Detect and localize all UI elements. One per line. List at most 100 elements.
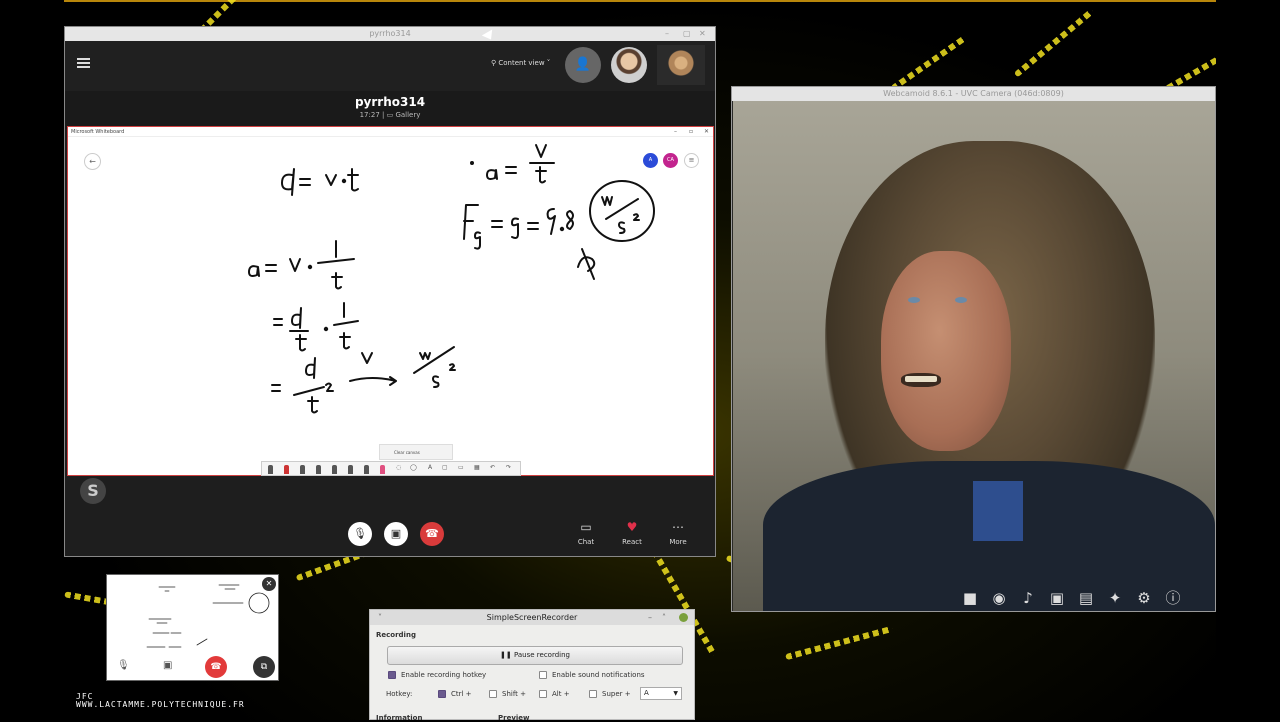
simplescreenrecorder-window[interactable]: ˅ SimpleScreenRecorder – ˄ Recording ❚❚ …: [369, 609, 695, 722]
minimize-icon[interactable]: –: [665, 27, 669, 41]
skype-window[interactable]: pyrrho314 – ▢ ✕ ⚲ Content view ˅ 👤 pyrrh…: [64, 26, 716, 557]
close-icon[interactable]: ✕: [699, 27, 706, 41]
pen-icon[interactable]: [348, 465, 353, 474]
image-icon[interactable]: ▭: [458, 464, 464, 471]
redo-icon[interactable]: ↷: [506, 464, 511, 471]
skype-titlebar[interactable]: pyrrho314 – ▢ ✕: [65, 27, 715, 41]
ssr-menu-chevron-icon[interactable]: ˅: [378, 610, 382, 625]
webcam-icon[interactable]: ◉: [988, 587, 1010, 609]
person-shirt: [973, 481, 1023, 541]
pen-icon[interactable]: [268, 465, 273, 474]
enable-sound-checkbox[interactable]: [539, 671, 547, 679]
mini-hangup-button[interactable]: ☎: [205, 656, 227, 678]
mini-call-preview[interactable]: ✕ 🎙 ▣ ☎ ⧉: [106, 574, 279, 681]
pen-icon[interactable]: [332, 465, 337, 474]
camera-snapshot-icon[interactable]: ▣: [1046, 587, 1068, 609]
hotkey-key-select[interactable]: A ▼: [640, 687, 682, 700]
ssr-close-icon[interactable]: [679, 613, 688, 622]
whiteboard-toolbar[interactable]: ◌ ◯ A ▢ ▭ ▦ ↶ ↷: [261, 461, 521, 476]
pause-recording-button[interactable]: ❚❚ Pause recording: [387, 646, 683, 665]
mini-close-icon[interactable]: ✕: [262, 577, 276, 591]
participant-avatar[interactable]: [611, 47, 647, 83]
call-subtitle: 17:27 | ▭ Gallery: [359, 111, 421, 119]
microphone-button[interactable]: 🎙: [348, 522, 372, 546]
ssr-minimize-icon[interactable]: –: [648, 610, 652, 625]
hamburger-menu-icon[interactable]: [77, 58, 90, 68]
person-teeth: [905, 376, 937, 382]
undo-icon[interactable]: ↶: [490, 464, 495, 471]
hotkey-key-value: A: [644, 689, 649, 697]
hangup-button[interactable]: ☎: [420, 522, 444, 546]
pen-icon[interactable]: [300, 465, 305, 474]
enable-hotkey-checkbox[interactable]: [388, 671, 396, 679]
gallery-icon: ▭: [386, 111, 394, 119]
chat-button[interactable]: ▭ Chat: [566, 520, 606, 546]
mini-whiteboard-thumbnail: [146, 584, 270, 648]
more-button[interactable]: ⋯ More: [658, 520, 698, 546]
call-info: pyrrho314 17:27 | ▭ Gallery: [65, 91, 715, 129]
ssr-title: SimpleScreenRecorder: [486, 613, 578, 622]
webcam-video-feed: ■ ◉ ♪ ▣ ▤ ✦ ⚙ ⓘ: [733, 101, 1215, 611]
magic-wand-icon[interactable]: ✦: [1104, 587, 1126, 609]
grid-icon[interactable]: ▦: [474, 464, 480, 471]
call-controls: 🎙 ▣ ☎ ▭ Chat ♥ React ⋯ More: [65, 514, 715, 556]
text-icon[interactable]: A: [428, 464, 432, 471]
music-note-icon[interactable]: ♪: [1017, 587, 1039, 609]
film-icon[interactable]: ▤: [1075, 587, 1097, 609]
pause-recording-label: Pause recording: [513, 651, 570, 659]
react-label: React: [622, 538, 642, 546]
stop-icon[interactable]: ■: [959, 587, 981, 609]
information-section-title: Information: [376, 714, 423, 722]
mini-microphone-icon[interactable]: 🎙: [117, 660, 130, 671]
person-eye: [908, 297, 920, 303]
shape-icon[interactable]: ◯: [410, 464, 417, 471]
ssr-titlebar[interactable]: ˅ SimpleScreenRecorder – ˄: [370, 610, 694, 625]
preview-section-title: Preview: [498, 714, 530, 722]
handwritten-equations: [248, 144, 655, 414]
react-button[interactable]: ♥ React: [612, 520, 652, 546]
ssr-maximize-icon[interactable]: ˄: [662, 610, 666, 625]
credit-line2: WWW.LACTAMME.POLYTECHNIQUE.FR: [76, 700, 245, 709]
hotkey-label: Hotkey:: [386, 690, 413, 698]
pen-icon[interactable]: [316, 465, 321, 474]
clear-canvas-label[interactable]: Clear canvas: [394, 450, 420, 455]
self-video-thumbnail[interactable]: [657, 45, 705, 85]
credit-watermark: JFC WWW.LACTAMME.POLYTECHNIQUE.FR: [76, 693, 245, 709]
webcamoid-titlebar[interactable]: Webcamoid 8.6.1 - UVC Camera (046d:0809): [732, 87, 1215, 101]
enable-hotkey-label: Enable recording hotkey: [401, 671, 487, 679]
whiteboard-share[interactable]: Microsoft Whiteboard – ▫ ✕ ← A CA ≡ Clea…: [67, 126, 714, 476]
maximize-icon[interactable]: ▢: [683, 27, 691, 41]
heart-icon: ♥: [626, 520, 638, 534]
microphone-icon: 🎙: [353, 527, 367, 540]
call-name: pyrrho314: [354, 95, 426, 109]
content-view-label: Content view: [498, 59, 545, 67]
webcamoid-window[interactable]: Webcamoid 8.6.1 - UVC Camera (046d:0809)…: [731, 86, 1216, 612]
lasso-icon[interactable]: ◌: [396, 464, 401, 471]
ctrl-checkbox[interactable]: [438, 690, 446, 698]
alt-checkbox[interactable]: [539, 690, 547, 698]
note-icon[interactable]: ▢: [442, 464, 448, 471]
super-checkbox[interactable]: [589, 690, 597, 698]
video-button[interactable]: ▣: [384, 522, 408, 546]
camera-icon: ▣: [390, 527, 402, 540]
add-participant-button[interactable]: 👤: [565, 47, 601, 83]
pen-icon[interactable]: [364, 465, 369, 474]
clear-canvas-menu[interactable]: Clear canvas: [379, 444, 453, 460]
info-icon[interactable]: ⓘ: [1162, 587, 1184, 609]
highlighter-icon[interactable]: [380, 465, 385, 474]
gear-icon[interactable]: ⚙: [1133, 587, 1155, 609]
add-person-icon: 👤: [574, 57, 592, 72]
gallery-label[interactable]: Gallery: [395, 111, 420, 119]
pen-icon[interactable]: [284, 465, 289, 474]
chat-icon: ▭: [580, 520, 592, 534]
more-icon: ⋯: [672, 520, 684, 534]
mini-camera-icon[interactable]: ▣: [163, 660, 172, 671]
enable-sound-label: Enable sound notifications: [552, 671, 645, 679]
content-view-button[interactable]: ⚲ Content view ˅: [491, 59, 550, 67]
phone-hangup-icon: ☎: [425, 527, 439, 540]
shift-checkbox[interactable]: [489, 690, 497, 698]
mini-expand-icon[interactable]: ⧉: [253, 656, 275, 678]
person-eye: [955, 297, 967, 303]
chat-label: Chat: [577, 538, 595, 546]
skype-call-header: ⚲ Content view ˅ 👤: [65, 41, 715, 91]
